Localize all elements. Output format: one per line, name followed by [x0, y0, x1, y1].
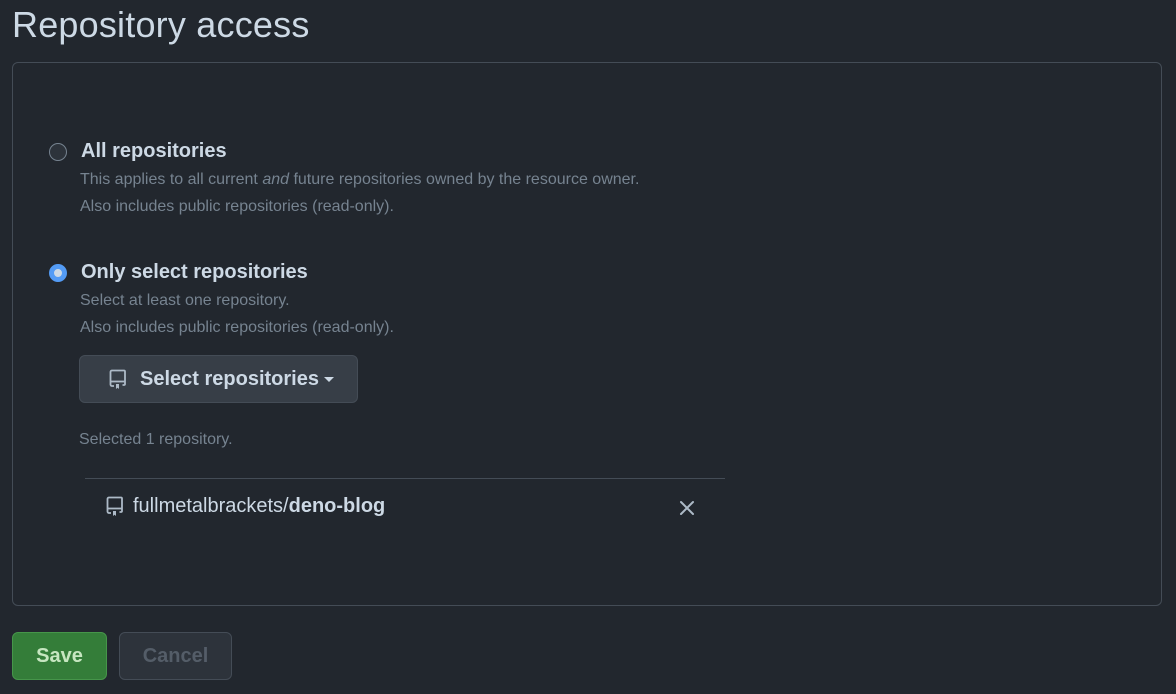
- select-repositories-button-label: Select repositories: [140, 367, 319, 390]
- close-icon: [680, 501, 694, 515]
- caret-down-icon: [323, 376, 334, 382]
- cancel-button[interactable]: Cancel: [119, 632, 232, 680]
- remove-repository-button[interactable]: [677, 498, 697, 518]
- selected-count-text: Selected 1 repository.: [79, 431, 233, 448]
- save-button[interactable]: Save: [12, 632, 107, 680]
- all-repositories-label[interactable]: All repositories: [81, 140, 227, 163]
- repository-access-panel: All repositories This applies to all cur…: [12, 62, 1162, 606]
- list-item: fullmetalbrackets/deno-blog: [85, 479, 725, 539]
- select-repositories-note: Also includes public repositories (read-…: [80, 319, 394, 336]
- repository-access-page: Repository access All repositories This …: [0, 0, 1176, 694]
- selected-repositories-list: fullmetalbrackets/deno-blog: [85, 478, 725, 539]
- all-repositories-description: This applies to all current and future r…: [80, 171, 640, 188]
- repo-icon: [108, 368, 128, 390]
- select-repositories-button[interactable]: Select repositories: [79, 355, 358, 403]
- repository-name: fullmetalbrackets/deno-blog: [133, 495, 386, 517]
- select-repositories-description: Select at least one repository.: [80, 292, 290, 309]
- all-repositories-radio[interactable]: [49, 143, 67, 161]
- page-title: Repository access: [12, 4, 310, 45]
- all-repositories-note: Also includes public repositories (read-…: [80, 198, 394, 215]
- select-repositories-radio[interactable]: [49, 264, 67, 282]
- select-repositories-label[interactable]: Only select repositories: [81, 261, 308, 284]
- repo-icon: [105, 495, 125, 517]
